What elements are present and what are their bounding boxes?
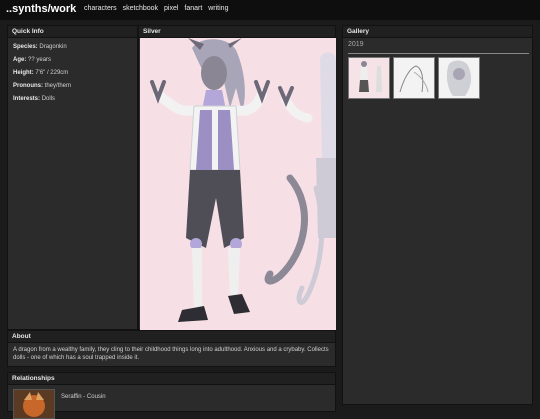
- gallery-thumbnail[interactable]: [438, 57, 480, 99]
- gallery-heading: Gallery: [343, 26, 532, 38]
- nav-link-writing[interactable]: writing: [208, 5, 228, 12]
- info-key: Age:: [13, 57, 27, 63]
- nav-link-fanart[interactable]: fanart: [184, 5, 202, 12]
- year-divider: [348, 53, 529, 54]
- info-value: Dragonkin: [39, 44, 67, 50]
- info-row-height: Height: 7'6" / 229cm: [13, 69, 137, 77]
- info-key: Pronouns:: [13, 83, 43, 89]
- character-art-panel: Silver: [138, 25, 336, 330]
- relationships-panel: Relationships Seraffin - Cousin: [7, 372, 336, 419]
- about-description: A dragon from a wealthy family, they cli…: [13, 347, 329, 361]
- relationship-avatar[interactable]: [13, 389, 55, 419]
- info-key: Interests:: [13, 96, 41, 102]
- site-title[interactable]: ..synths/work: [6, 3, 76, 15]
- quick-info-panel: Quick Info Species: Dragonkin Age: ?? ye…: [7, 25, 138, 330]
- top-bar: ..synths/work characters sketchbook pixe…: [0, 0, 540, 20]
- info-value: Dolls: [41, 96, 56, 102]
- info-value: ?? years: [28, 57, 52, 63]
- character-illustration: [150, 38, 336, 322]
- info-key: Species:: [13, 44, 38, 50]
- info-value: they/them: [44, 83, 72, 89]
- quick-info-heading: Quick Info: [8, 26, 137, 38]
- character-name-heading: Silver: [139, 26, 335, 38]
- info-row-age: Age: ?? years: [13, 56, 137, 64]
- character-reference-image[interactable]: [140, 38, 336, 330]
- avatar-image: [14, 390, 54, 418]
- info-row-species: Species: Dragonkin: [13, 43, 137, 51]
- gallery-thumbnail[interactable]: [393, 57, 435, 99]
- nav-link-sketchbook[interactable]: sketchbook: [123, 5, 158, 12]
- info-value: 7'6" / 229cm: [35, 70, 69, 76]
- info-key: Height:: [13, 70, 34, 76]
- info-row-pronouns: Pronouns: they/them: [13, 82, 137, 90]
- gallery-year-label: 2019: [348, 41, 364, 48]
- gallery-thumbnail[interactable]: [348, 57, 390, 99]
- nav-link-characters[interactable]: characters: [84, 5, 117, 12]
- thumbnail-reference-icon: [359, 61, 382, 92]
- thumbnail-sketch-icon: [399, 65, 429, 93]
- nav-link-pixel[interactable]: pixel: [164, 5, 178, 12]
- relationship-label[interactable]: Seraffin - Cousin: [61, 394, 106, 400]
- about-panel: About A dragon from a wealthy family, th…: [7, 330, 336, 367]
- thumbnail-portrait-icon: [446, 60, 472, 96]
- relationships-heading: Relationships: [8, 373, 335, 385]
- gallery-panel: Gallery 2019: [342, 25, 533, 405]
- info-row-interests: Interests: Dolls: [13, 95, 137, 103]
- main-nav: characters sketchbook pixel fanart writi…: [84, 5, 232, 12]
- about-heading: About: [8, 331, 335, 343]
